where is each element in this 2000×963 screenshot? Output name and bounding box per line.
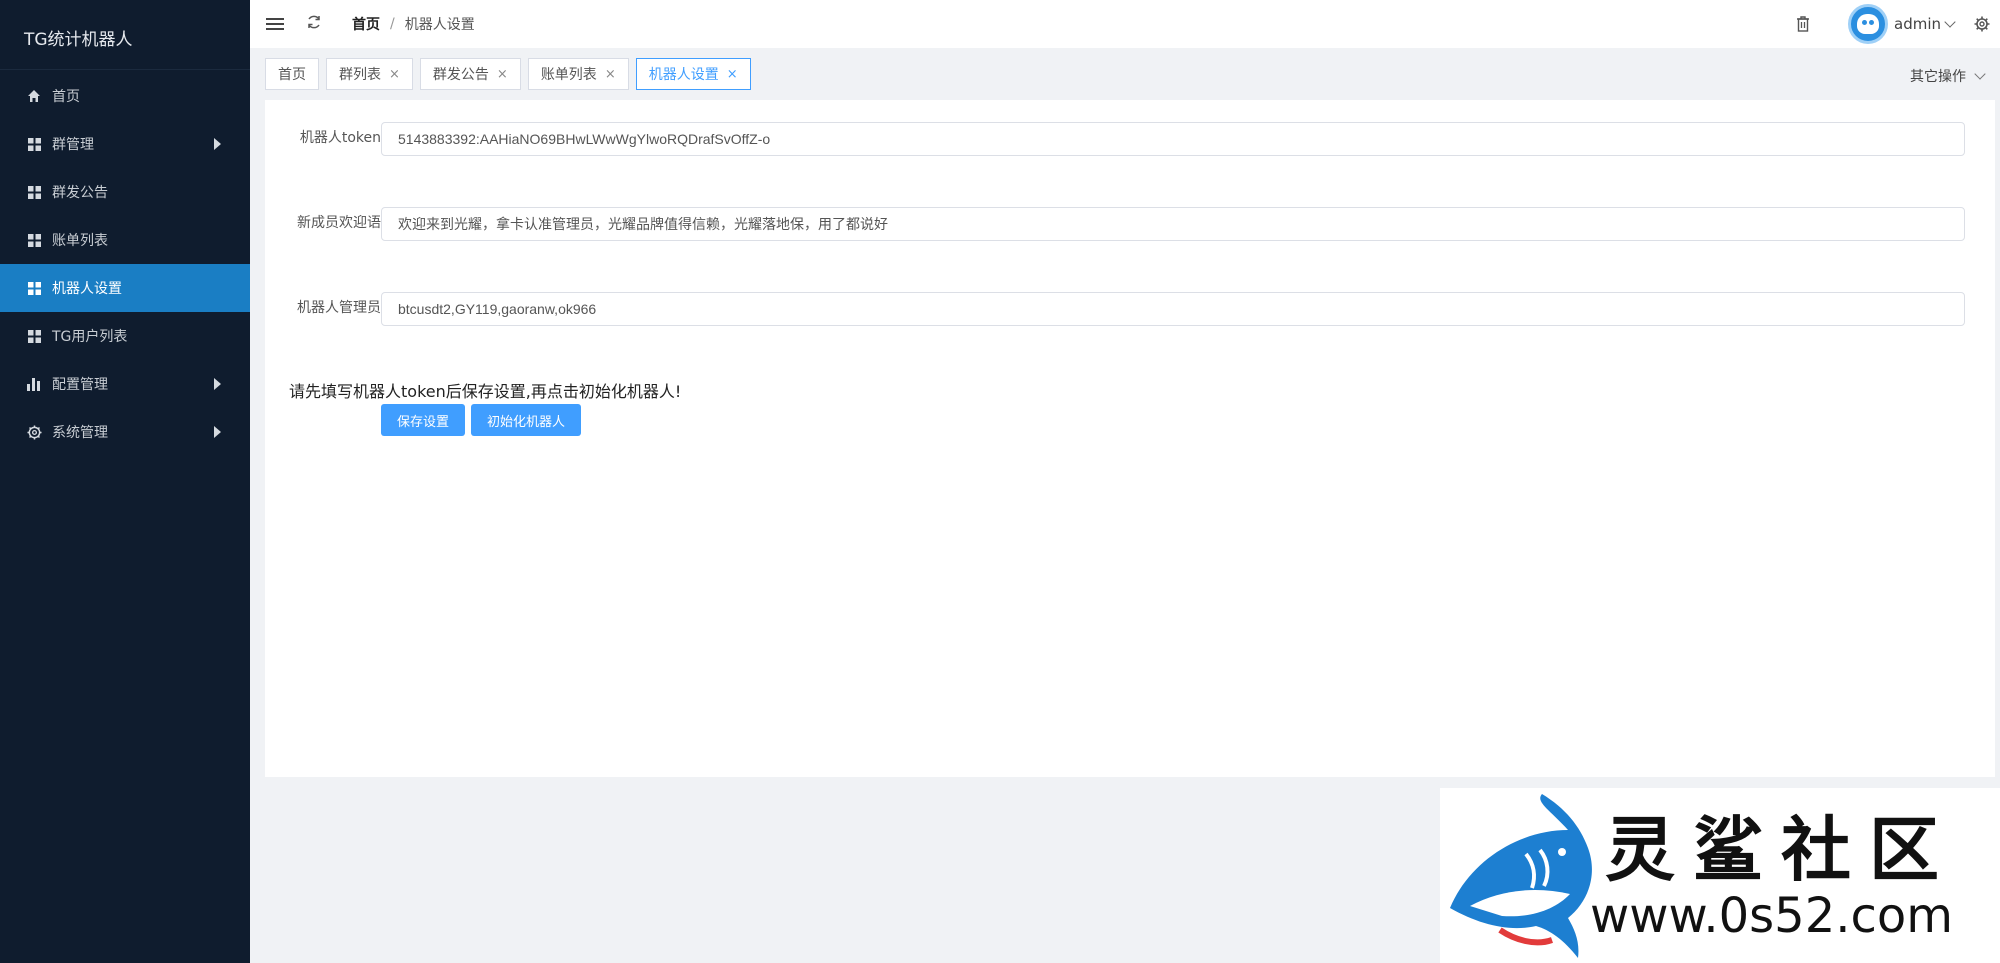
- token-input[interactable]: [381, 122, 1965, 156]
- tab-label: 首页: [278, 67, 306, 83]
- other-operations-label: 其它操作: [1910, 69, 1966, 85]
- chevron-down-icon: [1974, 68, 1986, 80]
- header-actions: admin: [1794, 0, 2000, 48]
- bar-chart-icon: [26, 376, 42, 392]
- tab-label: 账单列表: [540, 67, 597, 83]
- close-icon[interactable]: ×: [389, 67, 400, 82]
- sidebar-item-bills[interactable]: 账单列表: [0, 216, 250, 264]
- top-header: 首页 / 机器人设置 admin: [250, 0, 2000, 48]
- app-title: TG统计机器人: [0, 0, 250, 70]
- grid-icon: [26, 184, 42, 200]
- sidebar-item-bot-settings[interactable]: 机器人设置: [0, 264, 250, 312]
- refresh-icon[interactable]: [306, 14, 322, 35]
- sidebar-item-tg-users[interactable]: TG用户列表: [0, 312, 250, 360]
- tabs-bar: 首页 群列表 × 群发公告 × 账单列表 × 机器人设置 × 其它操作: [250, 48, 2000, 100]
- close-icon[interactable]: ×: [497, 67, 508, 82]
- sidebar-item-config[interactable]: 配置管理: [0, 360, 250, 408]
- grid-icon: [26, 136, 42, 152]
- gear-icon: [26, 424, 42, 440]
- watermark-logo: 灵鲨社区 www.0s52.com: [1440, 788, 2000, 963]
- admins-input[interactable]: [381, 292, 1965, 326]
- close-icon[interactable]: ×: [727, 67, 738, 82]
- save-settings-button[interactable]: 保存设置: [381, 404, 466, 436]
- caret-right-icon: [214, 138, 221, 150]
- tab-label: 群发公告: [432, 67, 489, 83]
- setup-notice: 请先填写机器人token后保存设置,再点击初始化机器人!: [289, 382, 682, 401]
- caret-right-icon: [214, 378, 221, 390]
- breadcrumb: 首页 / 机器人设置: [352, 14, 475, 34]
- breadcrumb-home[interactable]: 首页: [352, 14, 380, 34]
- sidebar-item-label: 机器人设置: [52, 281, 122, 297]
- init-bot-button[interactable]: 初始化机器人: [471, 404, 582, 436]
- home-icon: [26, 88, 42, 104]
- welcome-label: 新成员欢迎语: [297, 215, 381, 231]
- other-operations-dropdown[interactable]: 其它操作: [1910, 66, 1986, 86]
- token-label: 机器人token: [299, 130, 381, 146]
- menu-toggle-icon[interactable]: [266, 18, 284, 30]
- tab-bills[interactable]: 账单列表 ×: [527, 58, 629, 90]
- avatar[interactable]: [1848, 4, 1888, 44]
- user-menu[interactable]: admin: [1894, 15, 1956, 33]
- grid-icon: [26, 328, 42, 344]
- sidebar-item-label: 首页: [52, 89, 80, 105]
- close-icon[interactable]: ×: [605, 67, 616, 82]
- admins-label: 机器人管理员: [297, 300, 381, 316]
- shark-logo-icon: [1450, 794, 1592, 958]
- sidebar-item-label: 群管理: [52, 137, 94, 153]
- sidebar-item-label: TG用户列表: [52, 329, 128, 345]
- breadcrumb-separator: /: [390, 16, 395, 32]
- caret-right-icon: [214, 426, 221, 438]
- tab-label: 群列表: [339, 67, 381, 83]
- tab-home[interactable]: 首页: [265, 58, 319, 90]
- main-content: 机器人token 新成员欢迎语 机器人管理员 请先填写机器人token后保存设置…: [265, 100, 1995, 777]
- tab-label: 机器人设置: [648, 67, 719, 83]
- watermark-brand-name: 灵鲨社区: [1605, 808, 1957, 891]
- sidebar: TG统计机器人 首页 群管理 群发公告 账单列表 机器人设置 TG用户列表 配置…: [0, 0, 250, 963]
- sidebar-item-label: 群发公告: [52, 185, 108, 201]
- welcome-message-input[interactable]: [381, 207, 1965, 241]
- watermark-url: www.0s52.com: [1590, 888, 1954, 944]
- chevron-down-icon: [1944, 16, 1956, 28]
- username: admin: [1894, 15, 1941, 33]
- grid-icon: [26, 280, 42, 296]
- breadcrumb-current: 机器人设置: [404, 17, 475, 33]
- sidebar-item-broadcast[interactable]: 群发公告: [0, 168, 250, 216]
- grid-icon: [26, 232, 42, 248]
- tab-bot-settings[interactable]: 机器人设置 ×: [635, 58, 751, 90]
- tab-group-list[interactable]: 群列表 ×: [326, 58, 413, 90]
- sidebar-item-label: 账单列表: [52, 233, 108, 249]
- sidebar-item-group-management[interactable]: 群管理: [0, 120, 250, 168]
- sidebar-item-home[interactable]: 首页: [0, 72, 250, 120]
- sidebar-item-label: 系统管理: [52, 425, 108, 441]
- settings-gear-icon[interactable]: [1974, 16, 1990, 32]
- tab-broadcast[interactable]: 群发公告 ×: [419, 58, 521, 90]
- sidebar-item-label: 配置管理: [52, 377, 108, 393]
- trash-icon[interactable]: [1794, 15, 1812, 33]
- sidebar-menu: 首页 群管理 群发公告 账单列表 机器人设置 TG用户列表 配置管理 系统管理: [0, 72, 250, 456]
- sidebar-item-system[interactable]: 系统管理: [0, 408, 250, 456]
